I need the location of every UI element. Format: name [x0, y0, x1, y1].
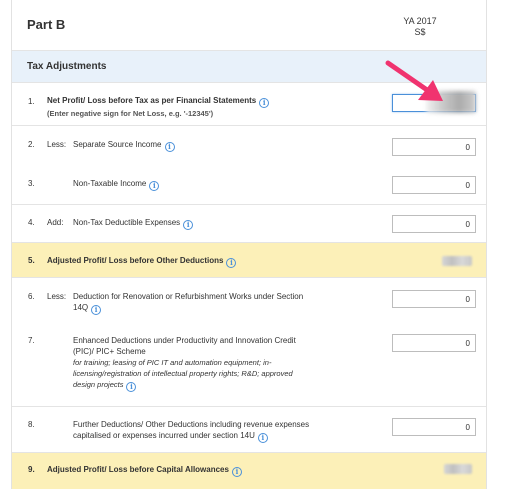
row-non-taxable-income: 3. Non-Taxable Income i — [12, 167, 486, 204]
year-label: YA 2017 — [403, 16, 437, 26]
pic-detail-line3: design projects — [73, 380, 124, 389]
redacted-value — [426, 91, 476, 113]
row-label: Separate Source Income i — [73, 139, 175, 152]
pic-deductions-input[interactable] — [392, 334, 476, 352]
row-further-deductions: 8. Further Deductions/ Other Deductions … — [12, 406, 486, 452]
row-number: 7. — [28, 336, 35, 345]
section-tax-adjustments: Tax Adjustments — [12, 50, 486, 82]
row-label: Deduction for Renovation or Refurbishmen… — [73, 291, 303, 315]
row-non-tax-deductible-expenses: 4. Add: Non-Tax Deductible Expenses i — [12, 204, 486, 242]
info-icon[interactable]: i — [259, 98, 270, 108]
further-deductions-input[interactable] — [392, 418, 476, 436]
row-number: 4. — [28, 218, 35, 227]
non-taxable-income-label: Non-Taxable Income — [73, 179, 147, 188]
non-tax-deductible-input[interactable] — [392, 215, 476, 233]
row-prefix: Less: — [47, 140, 67, 149]
row-adjusted-profit-before-capital-allowances: 9. Adjusted Profit/ Loss before Capital … — [12, 452, 486, 489]
non-taxable-income-input[interactable] — [392, 176, 476, 194]
row-number: 1. — [28, 97, 35, 106]
info-icon[interactable]: i — [149, 181, 160, 191]
pic-label-line2: (PIC)/ PIC+ Scheme — [73, 347, 146, 356]
further-deductions-line2: capitalised or expenses incurred under s… — [73, 431, 255, 440]
row-number: 6. — [28, 292, 35, 301]
info-icon[interactable]: i — [231, 467, 242, 477]
renovation-label-line2: 14Q — [73, 303, 89, 312]
further-deductions-line1: Further Deductions/ Other Deductions inc… — [73, 420, 310, 429]
separate-source-income-label: Separate Source Income — [73, 140, 162, 149]
redacted-value — [442, 256, 472, 266]
form-header: Part B YA 2017 S$ — [12, 0, 486, 50]
info-icon[interactable]: i — [257, 433, 268, 443]
pic-label-line1: Enhanced Deductions under Productivity a… — [73, 336, 296, 345]
separate-source-income-input[interactable] — [392, 138, 476, 156]
currency-label: S$ — [414, 27, 426, 37]
info-icon[interactable]: i — [226, 258, 237, 268]
row-adjusted-profit-before-other-deductions: 5. Adjusted Profit/ Loss before Other De… — [12, 242, 486, 277]
non-tax-deductible-label: Non-Tax Deductible Expenses — [73, 218, 181, 227]
adjusted-profit-ca-label: Adjusted Profit/ Loss before Capital All… — [47, 465, 229, 474]
row-label: Adjusted Profit/ Loss before Capital All… — [47, 464, 242, 477]
year-column-header: YA 2017 S$ — [390, 16, 450, 38]
row-label: Non-Tax Deductible Expenses i — [73, 217, 194, 230]
info-icon[interactable]: i — [91, 305, 102, 315]
row-net-profit: 1. Net Profit/ Loss before Tax as per Fi… — [12, 82, 486, 125]
info-icon[interactable]: i — [126, 382, 137, 392]
redacted-value — [444, 464, 472, 474]
row-number: 8. — [28, 420, 35, 429]
adjusted-profit-label: Adjusted Profit/ Loss before Other Deduc… — [47, 256, 224, 265]
row-number: 3. — [28, 179, 35, 188]
row-label: Adjusted Profit/ Loss before Other Deduc… — [47, 255, 237, 268]
tax-form-panel: Part B YA 2017 S$ Tax Adjustments 1. Net… — [11, 0, 487, 489]
row-prefix: Less: — [47, 292, 67, 301]
row-separate-source-income: 2. Less: Separate Source Income i — [12, 125, 486, 167]
info-icon[interactable]: i — [164, 142, 175, 152]
renovation-deduction-input[interactable] — [392, 290, 476, 308]
row-label: Net Profit/ Loss before Tax as per Finan… — [47, 95, 270, 119]
info-icon[interactable]: i — [183, 220, 194, 230]
net-profit-label: Net Profit/ Loss before Tax as per Finan… — [47, 96, 257, 105]
renovation-label-line1: Deduction for Renovation or Refurbishmen… — [73, 292, 304, 301]
row-number: 2. — [28, 140, 35, 149]
pic-detail-line2: licensing/registration of intellectual p… — [73, 369, 293, 378]
row-label: Enhanced Deductions under Productivity a… — [73, 335, 333, 392]
part-title: Part B — [27, 17, 66, 32]
row-label: Non-Taxable Income i — [73, 178, 160, 191]
section-title: Tax Adjustments — [27, 61, 107, 72]
row-number: 5. — [28, 256, 35, 265]
net-profit-hint: (Enter negative sign for Net Loss, e.g. … — [47, 109, 214, 118]
row-renovation-deduction: 6. Less: Deduction for Renovation or Ref… — [12, 277, 486, 321]
row-label: Further Deductions/ Other Deductions inc… — [73, 419, 309, 443]
row-prefix: Add: — [47, 218, 64, 227]
pic-detail-line1: for training; leasing of PIC IT and auto… — [73, 358, 272, 367]
row-pic-enhanced-deductions: 7. Enhanced Deductions under Productivit… — [12, 321, 486, 406]
row-number: 9. — [28, 465, 35, 474]
